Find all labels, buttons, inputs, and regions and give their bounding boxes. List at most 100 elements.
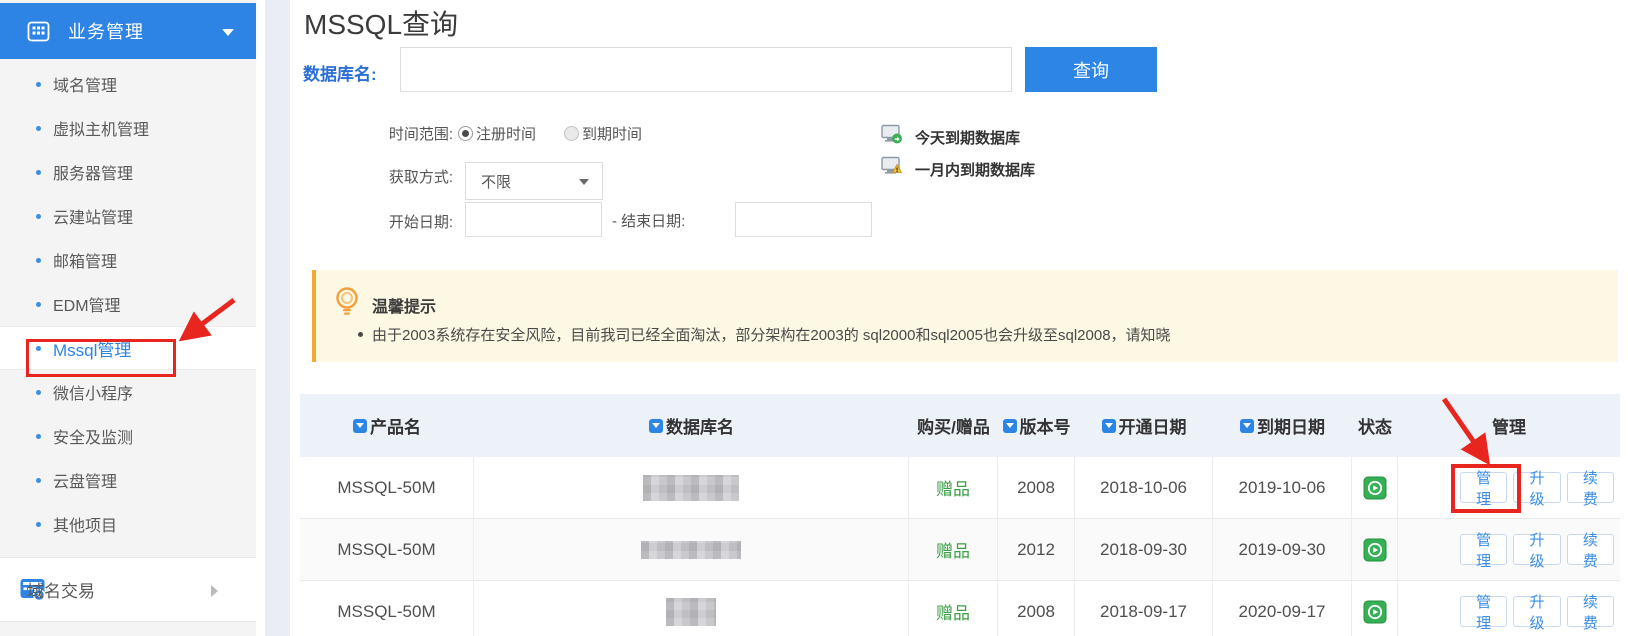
sort-icon[interactable]: [1102, 419, 1116, 433]
start-date-input[interactable]: [465, 202, 602, 237]
col-header-dbname[interactable]: 数据库名: [474, 413, 909, 438]
end-date-input[interactable]: [735, 202, 872, 237]
cell-dbname: [474, 457, 909, 518]
sort-icon[interactable]: [649, 419, 663, 433]
tip-line: 由于2003系统存在安全风险，目前我司已经全面淘汰，部分架构在2003的 sql…: [358, 324, 1171, 345]
time-range-label: 时间范围:: [375, 123, 453, 144]
col-header-open-date[interactable]: 开通日期: [1075, 413, 1213, 438]
tip-text: 由于2003系统存在安全风险，目前我司已经全面淘汰，部分架构在2003的 sql…: [372, 324, 1171, 345]
cell-status: [1352, 519, 1398, 580]
lightbulb-icon: [332, 286, 362, 323]
col-header-label: 版本号: [1020, 413, 1071, 438]
status-active-icon: [1363, 600, 1387, 624]
sort-icon[interactable]: [1240, 419, 1254, 433]
radio-register-label: 注册时间: [476, 123, 536, 144]
cell-actions: 管理 升级 续费: [1398, 519, 1620, 580]
col-header-label: 到期日期: [1257, 413, 1325, 438]
sidebar-footer-label: 域名交易: [17, 577, 95, 602]
quick-link-label: 今天到期数据库: [915, 127, 1020, 148]
chevron-down-icon: [222, 29, 234, 36]
col-header-label: 购买/赠品: [917, 413, 990, 438]
cell-expire-date: 2019-10-06: [1213, 457, 1352, 518]
bullet-dot-icon: [36, 434, 41, 439]
sort-icon[interactable]: [1003, 419, 1017, 433]
sidebar-item-label: 安全及监测: [53, 424, 133, 448]
censored-dbname-blur: [643, 475, 739, 501]
sidebar-item-clouddisk-mgmt[interactable]: 云盘管理: [0, 458, 256, 502]
sidebar-item-label: 其他项目: [53, 512, 117, 536]
col-header-expire-date[interactable]: 到期日期: [1213, 413, 1352, 438]
select-value: 不限: [481, 171, 511, 192]
renew-button[interactable]: 续费: [1567, 596, 1614, 627]
sidebar-item-vhost-mgmt[interactable]: 虚拟主机管理: [0, 106, 256, 150]
sidebar-item-wechat-miniprogram[interactable]: 微信小程序: [0, 370, 256, 414]
link-expire-today[interactable]: 今天到期数据库: [881, 124, 1020, 150]
query-button[interactable]: 查询: [1025, 47, 1157, 92]
sidebar-item-label: 邮箱管理: [53, 248, 117, 272]
radio-expire-time[interactable]: 到期时间: [564, 123, 642, 144]
bullet-dot-icon: [36, 522, 41, 527]
sidebar-item-domain-mgmt[interactable]: 域名管理: [0, 62, 256, 106]
upgrade-button[interactable]: 升级: [1513, 534, 1560, 565]
renew-button[interactable]: 续费: [1567, 534, 1614, 565]
sidebar-menu: 域名管理 虚拟主机管理 服务器管理 云建站管理 邮箱管理 EDM管理 Mssql…: [0, 62, 256, 546]
link-expire-month[interactable]: 一月内到期数据库: [881, 156, 1035, 182]
acquire-method-select[interactable]: 不限: [465, 162, 603, 200]
end-date-label: - 结束日期:: [612, 210, 685, 231]
sidebar-item-mailbox-mgmt[interactable]: 邮箱管理: [0, 238, 256, 282]
radio-selected-icon[interactable]: [458, 126, 473, 141]
sidebar-item-label: 虚拟主机管理: [53, 116, 149, 140]
page-title: MSSQL查询: [304, 3, 458, 43]
sort-icon[interactable]: [353, 419, 367, 433]
manage-button[interactable]: 管理: [1460, 472, 1507, 503]
bullet-dot-icon: [36, 214, 41, 219]
tip-title: 温馨提示: [372, 293, 436, 317]
manage-button[interactable]: 管理: [1460, 534, 1507, 565]
col-header-version[interactable]: 版本号: [998, 413, 1075, 438]
col-header-manage: 管理: [1398, 413, 1620, 438]
monitor-green-arrow-icon: [881, 124, 903, 150]
time-range-radio-group: 注册时间 到期时间: [458, 123, 642, 144]
quick-link-label: 一月内到期数据库: [915, 159, 1035, 180]
sidebar-item-mssql-mgmt[interactable]: Mssql管理: [0, 326, 256, 370]
sidebar-item-domain-trade[interactable]: 域名交易: [0, 557, 256, 622]
tip-box: 温馨提示 由于2003系统存在安全风险，目前我司已经全面淘汰，部分架构在2003…: [312, 270, 1618, 362]
upgrade-button[interactable]: 升级: [1513, 472, 1560, 503]
sidebar: 业务管理 域名管理 虚拟主机管理 服务器管理 云建站管理 邮箱管理 EDM管理 …: [0, 0, 256, 636]
manage-button[interactable]: 管理: [1460, 596, 1507, 627]
bullet-dot-icon: [36, 346, 41, 351]
col-header-label: 状态: [1358, 413, 1392, 438]
radio-register-time[interactable]: 注册时间: [458, 123, 536, 144]
cell-open-date: 2018-09-17: [1075, 581, 1213, 636]
cell-version: 2012: [998, 519, 1075, 580]
sidebar-header-label: 业务管理: [68, 18, 144, 44]
cell-open-date: 2018-09-30: [1075, 519, 1213, 580]
bullet-dot-icon: [36, 302, 41, 307]
bullet-dot-icon: [36, 170, 41, 175]
col-header-label: 开通日期: [1119, 413, 1187, 438]
sidebar-item-server-mgmt[interactable]: 服务器管理: [0, 150, 256, 194]
status-active-icon: [1363, 538, 1387, 562]
sidebar-item-label: EDM管理: [53, 292, 121, 316]
db-name-input[interactable]: [400, 47, 1012, 92]
sidebar-item-label: 微信小程序: [53, 380, 133, 404]
sidebar-item-other-projects[interactable]: 其他项目: [0, 502, 256, 546]
table-header-row: 产品名 数据库名 购买/赠品 版本号 开通日期 到期日期 状态 管理: [300, 394, 1620, 457]
bullet-dot-icon: [36, 258, 41, 263]
sidebar-item-label: Mssql管理: [53, 336, 131, 361]
radio-unselected-icon[interactable]: [564, 126, 579, 141]
col-header-product[interactable]: 产品名: [300, 413, 474, 438]
sidebar-header-business-management[interactable]: 业务管理: [0, 3, 256, 59]
sidebar-item-edm-mgmt[interactable]: EDM管理: [0, 282, 256, 326]
cell-status: [1352, 457, 1398, 518]
table-row: MSSQL-50M 赠品 2008 2018-10-06 2019-10-06 …: [300, 457, 1620, 519]
sidebar-item-security-monitoring[interactable]: 安全及监测: [0, 414, 256, 458]
bullet-dot-icon: [36, 82, 41, 87]
sidebar-gutter: [265, 0, 290, 636]
cell-type: 赠品: [909, 581, 998, 636]
renew-button[interactable]: 续费: [1567, 472, 1614, 503]
mssql-table: 产品名 数据库名 购买/赠品 版本号 开通日期 到期日期 状态 管理 MSSQL…: [300, 394, 1620, 636]
sidebar-item-cloudsite-mgmt[interactable]: 云建站管理: [0, 194, 256, 238]
db-name-label: 数据库名:: [303, 60, 377, 85]
upgrade-button[interactable]: 升级: [1513, 596, 1560, 627]
